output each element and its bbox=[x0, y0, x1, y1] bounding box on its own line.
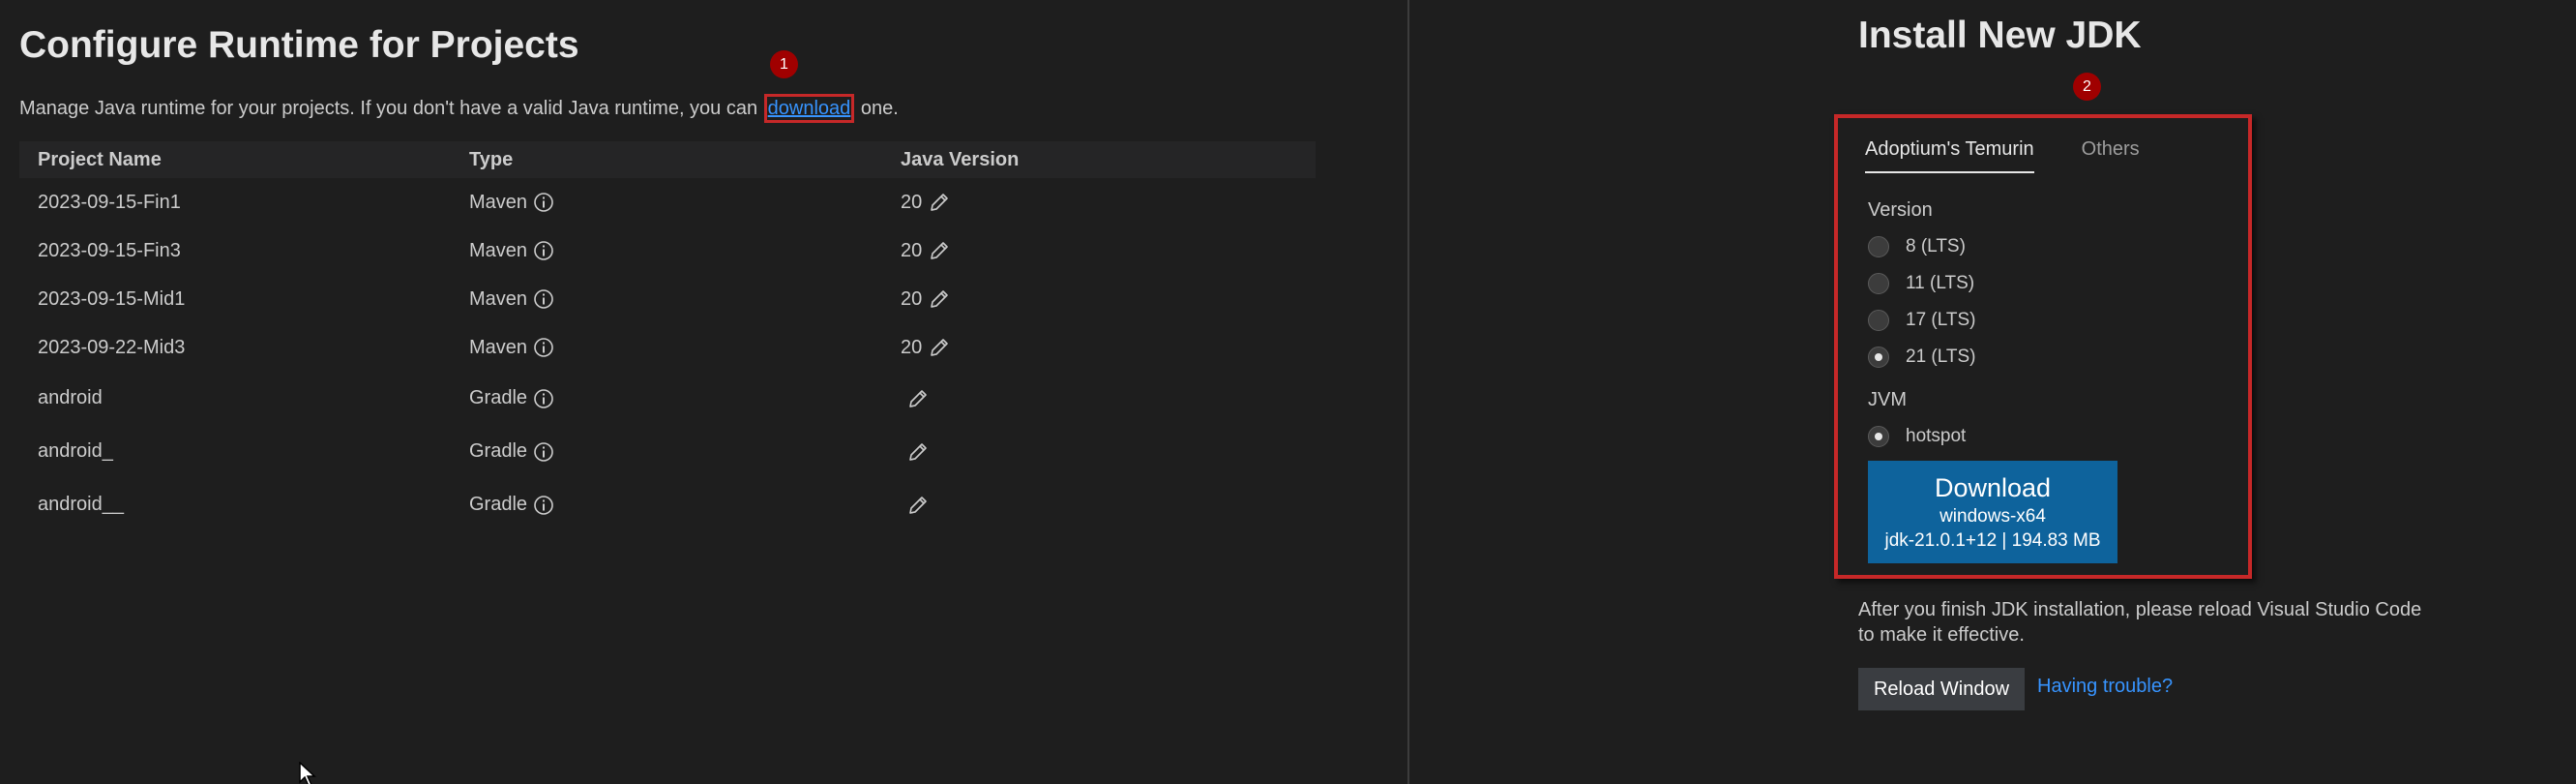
info-icon[interactable] bbox=[533, 441, 554, 463]
intro-text-after: one. bbox=[855, 98, 899, 119]
mouse-pointer-icon bbox=[299, 762, 316, 784]
edit-java-version-icon[interactable] bbox=[906, 440, 930, 464]
project-type-cell: Maven bbox=[451, 337, 882, 359]
version-option-label: 17 (LTS) bbox=[1906, 310, 1976, 330]
project-name-cell: android bbox=[38, 387, 103, 408]
edit-java-version-icon[interactable] bbox=[928, 336, 951, 359]
project-name-cell: 2023-09-15-Fin3 bbox=[38, 239, 181, 261]
table-body: 2023-09-15-Fin1 Maven 20 2023-09-15-Fin3 Mav… bbox=[19, 178, 1316, 531]
java-version-cell: 20 bbox=[882, 287, 1316, 311]
edit-java-version-icon[interactable] bbox=[928, 287, 951, 311]
version-option-17[interactable]: 17 (LTS) bbox=[1868, 310, 1976, 331]
having-trouble-link[interactable]: Having trouble? bbox=[2037, 676, 2173, 698]
project-type-cell: Gradle bbox=[451, 387, 882, 409]
table-header: Project Name Type Java Version bbox=[19, 141, 1316, 178]
table-row: 2023-09-22-Mid3 Maven 20 bbox=[19, 323, 1316, 372]
project-name-cell: android_ bbox=[38, 440, 113, 462]
table-row: android__ Gradle bbox=[19, 478, 1316, 531]
radio-button-selected[interactable] bbox=[1868, 426, 1889, 447]
project-type-label: Maven bbox=[469, 336, 528, 358]
project-name-cell: android__ bbox=[38, 494, 124, 515]
step-badge-1: 1 bbox=[770, 50, 798, 78]
info-icon[interactable] bbox=[533, 288, 554, 310]
project-type-label: Maven bbox=[469, 287, 528, 310]
project-type-label: Gradle bbox=[469, 494, 528, 515]
jvm-label: JVM bbox=[1868, 389, 1907, 410]
step-badge-2: 2 bbox=[2073, 73, 2101, 101]
java-version-cell bbox=[882, 387, 1316, 410]
project-type-cell: Maven bbox=[451, 192, 882, 214]
java-version-label: 20 bbox=[901, 239, 923, 261]
project-type-cell: Gradle bbox=[451, 440, 882, 463]
java-version-cell: 20 bbox=[882, 336, 1316, 359]
edit-java-version-icon[interactable] bbox=[906, 494, 930, 517]
info-icon[interactable] bbox=[533, 337, 554, 358]
header-project-name: Project Name bbox=[38, 148, 162, 170]
download-jdk-button[interactable]: Download windows-x64 jdk-21.0.1+12 | 194… bbox=[1868, 461, 2117, 563]
project-name-cell: 2023-09-22-Mid3 bbox=[38, 336, 186, 358]
java-version-cell bbox=[882, 494, 1316, 517]
info-icon[interactable] bbox=[533, 240, 554, 261]
project-name-cell: 2023-09-15-Fin1 bbox=[38, 191, 181, 213]
java-version-label: 20 bbox=[901, 287, 923, 310]
reload-instructions: After you finish JDK installation, pleas… bbox=[1858, 599, 2422, 646]
download-platform: windows-x64 bbox=[1939, 506, 2046, 527]
reload-window-button[interactable]: Reload Window bbox=[1858, 668, 2025, 710]
intro-text: Manage Java runtime for your projects. I… bbox=[19, 94, 899, 123]
page-title: Configure Runtime for Projects bbox=[19, 24, 579, 66]
project-type-label: Gradle bbox=[469, 440, 528, 462]
info-icon[interactable] bbox=[533, 495, 554, 516]
download-button-label: Download bbox=[1934, 473, 2052, 502]
version-option-label: 8 (LTS) bbox=[1906, 236, 1966, 256]
version-label: Version bbox=[1868, 199, 1933, 221]
table-row: 2023-09-15-Fin1 Maven 20 bbox=[19, 178, 1316, 226]
version-option-label: 21 (LTS) bbox=[1906, 347, 1976, 367]
edit-java-version-icon[interactable] bbox=[906, 387, 930, 410]
jvm-option-label: hotspot bbox=[1906, 426, 1967, 446]
project-type-cell: Maven bbox=[451, 288, 882, 311]
radio-button-selected[interactable] bbox=[1868, 347, 1889, 368]
java-version-cell: 20 bbox=[882, 239, 1316, 262]
project-type-label: Gradle bbox=[469, 387, 528, 408]
tab-adoptium-temurin[interactable]: Adoptium's Temurin bbox=[1865, 134, 2034, 173]
install-jdk-title: Install New JDK bbox=[1858, 15, 2142, 56]
project-name-cell: 2023-09-15-Mid1 bbox=[38, 287, 186, 310]
version-option-11[interactable]: 11 (LTS) bbox=[1868, 273, 1974, 294]
info-icon[interactable] bbox=[533, 388, 554, 409]
pane-divider bbox=[1407, 0, 1409, 784]
edit-java-version-icon[interactable] bbox=[928, 239, 951, 262]
edit-java-version-icon[interactable] bbox=[928, 191, 951, 214]
table-row: android Gradle bbox=[19, 372, 1316, 425]
header-type: Type bbox=[469, 148, 514, 170]
intro-text-before: Manage Java runtime for your projects. I… bbox=[19, 98, 763, 119]
version-option-label: 11 (LTS) bbox=[1906, 273, 1975, 293]
download-details: jdk-21.0.1+12 | 194.83 MB bbox=[1884, 530, 2101, 551]
java-version-label: 20 bbox=[901, 336, 923, 358]
jvm-option-hotspot[interactable]: hotspot bbox=[1868, 426, 1966, 447]
radio-button[interactable] bbox=[1868, 273, 1889, 294]
configure-runtime-pane: Configure Runtime for Projects 1 Manage … bbox=[0, 0, 1407, 784]
project-type-label: Maven bbox=[469, 191, 528, 213]
tab-others[interactable]: Others bbox=[2082, 134, 2140, 173]
project-type-cell: Gradle bbox=[451, 494, 882, 516]
java-version-cell: 20 bbox=[882, 191, 1316, 214]
project-type-label: Maven bbox=[469, 239, 528, 261]
radio-button[interactable] bbox=[1868, 310, 1889, 331]
table-row: 2023-09-15-Mid1 Maven 20 bbox=[19, 275, 1316, 323]
version-option-8[interactable]: 8 (LTS) bbox=[1868, 236, 1966, 257]
jdk-vendor-tabs: Adoptium's Temurin Others bbox=[1865, 134, 2187, 173]
app-root: Configure Runtime for Projects 1 Manage … bbox=[0, 0, 2576, 784]
download-link-highlight: download bbox=[763, 94, 855, 123]
info-icon[interactable] bbox=[533, 192, 554, 213]
table-row: android_ Gradle bbox=[19, 425, 1316, 478]
projects-table: Project Name Type Java Version 2023-09-1… bbox=[19, 141, 1316, 531]
header-java-version: Java Version bbox=[901, 148, 1020, 170]
project-type-cell: Maven bbox=[451, 240, 882, 262]
download-link[interactable]: download bbox=[768, 98, 851, 119]
version-option-21[interactable]: 21 (LTS) bbox=[1868, 347, 1976, 368]
table-row: 2023-09-15-Fin3 Maven 20 bbox=[19, 226, 1316, 275]
java-version-cell bbox=[882, 440, 1316, 464]
java-version-label: 20 bbox=[901, 191, 923, 213]
radio-button[interactable] bbox=[1868, 236, 1889, 257]
